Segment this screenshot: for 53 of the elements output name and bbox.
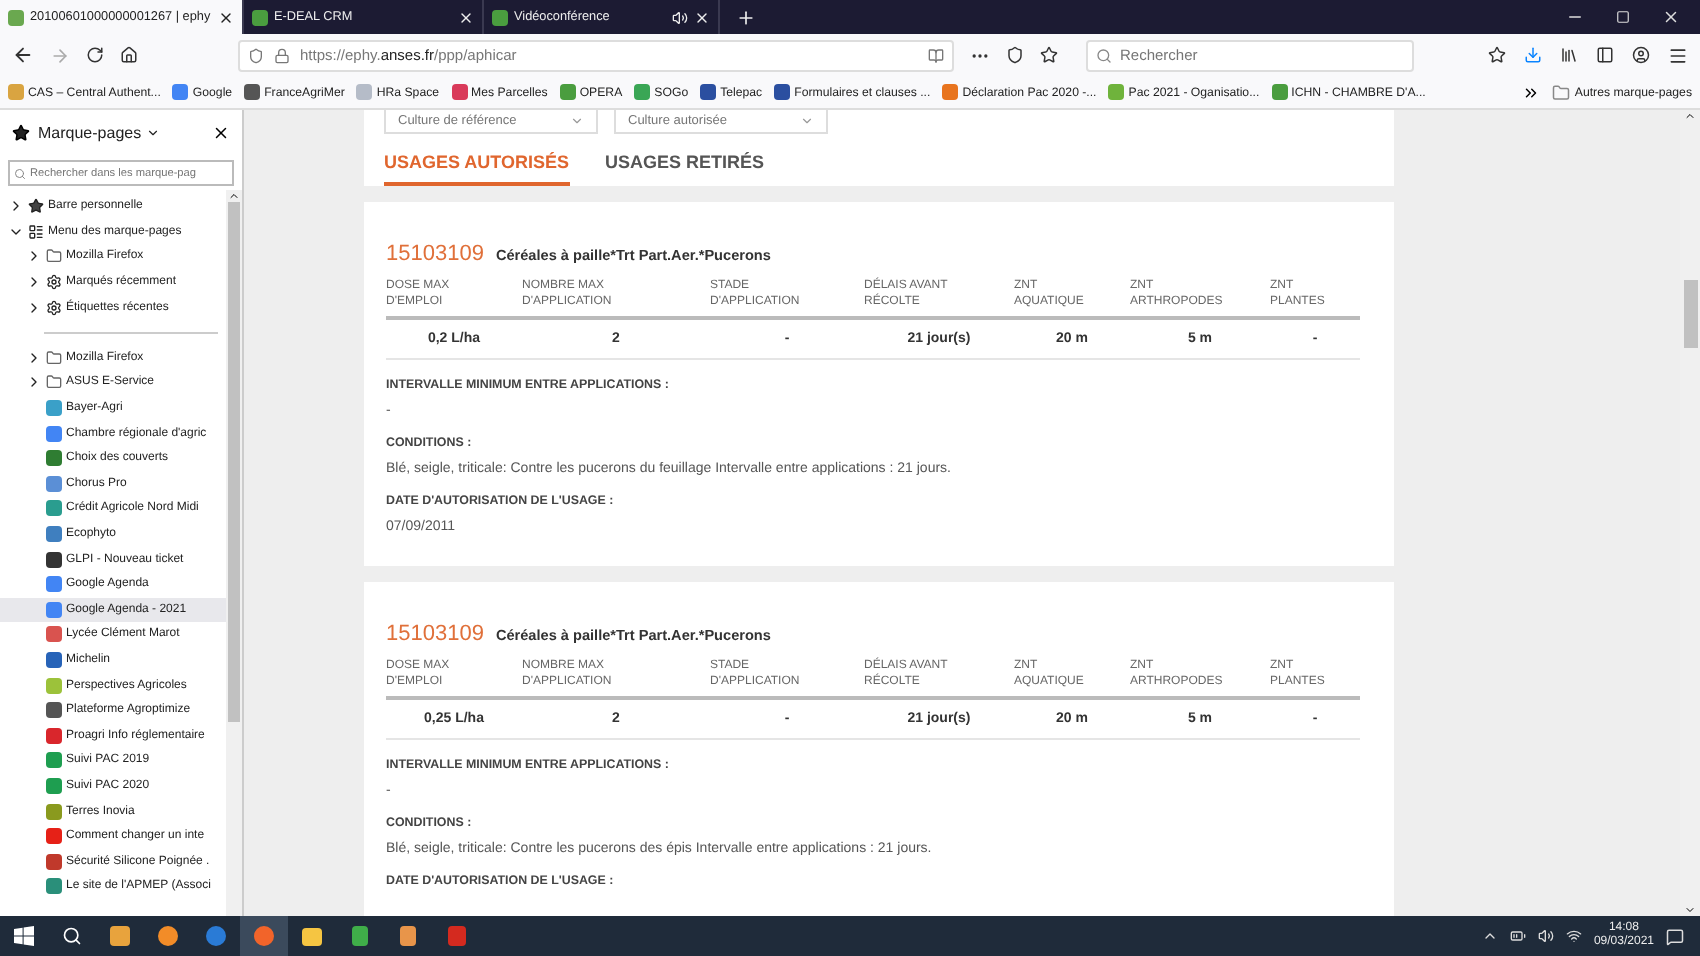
scrollbar-thumb[interactable] [1683, 279, 1697, 347]
close-icon[interactable] [212, 123, 230, 141]
folder-icon [46, 349, 62, 366]
toolbar-folder-icon [28, 198, 44, 215]
scrollbar[interactable] [226, 190, 242, 916]
site-icon [252, 9, 268, 25]
menu-folder-icon [28, 223, 44, 240]
search-icon [14, 167, 26, 179]
site-icon [492, 9, 508, 25]
battery-icon[interactable] [1509, 928, 1526, 944]
sidebar-title[interactable]: Marque-pages [38, 123, 204, 141]
account-icon[interactable] [1632, 46, 1650, 64]
folder-icon [1552, 83, 1571, 101]
site-icon [8, 9, 24, 25]
chevron-up-icon [228, 190, 240, 202]
home-icon[interactable] [120, 46, 138, 64]
speaker-icon[interactable] [1537, 928, 1554, 944]
notification-icon[interactable] [1666, 927, 1684, 945]
chevron-down-icon [1684, 904, 1696, 916]
page-tab[interactable]: USAGES RETIRÉS [605, 152, 765, 186]
usage-code: 15103109 [386, 622, 484, 647]
usage-code: 15103109 [386, 242, 484, 266]
menu-icon[interactable] [1668, 45, 1688, 65]
scrollbar-thumb[interactable] [228, 202, 240, 722]
wifi-icon[interactable] [1565, 928, 1582, 944]
scrollbar[interactable] [1680, 110, 1700, 916]
shield-icon [248, 47, 264, 63]
reader-icon[interactable] [928, 47, 944, 63]
chevron-down-icon [570, 114, 584, 128]
gear-icon [46, 299, 62, 316]
star-icon[interactable] [1040, 46, 1058, 64]
chevron-up-icon [1684, 110, 1696, 122]
chevron-down-icon [145, 125, 160, 139]
reload-icon[interactable] [86, 46, 104, 64]
folder-icon [46, 248, 62, 265]
back-icon[interactable] [12, 44, 34, 66]
chevron-down-icon [800, 114, 814, 128]
chevrons-right-icon[interactable] [1522, 83, 1541, 101]
shield-icon[interactable] [1006, 46, 1024, 64]
gear-icon [46, 274, 62, 291]
library-icon[interactable] [1560, 46, 1578, 64]
chevron-right-icon [8, 198, 24, 215]
folder-icon [46, 374, 62, 391]
close-icon[interactable] [218, 9, 234, 25]
restore-icon[interactable] [1616, 10, 1630, 24]
star-icon [12, 123, 30, 141]
chevron-up-icon[interactable] [1481, 928, 1498, 944]
speaker-icon[interactable] [672, 9, 688, 25]
sidebar-icon[interactable] [1596, 46, 1614, 64]
lock-icon [274, 47, 290, 63]
download-icon[interactable] [1524, 46, 1542, 64]
star-icon[interactable] [1488, 46, 1506, 64]
search-icon [1096, 47, 1112, 63]
